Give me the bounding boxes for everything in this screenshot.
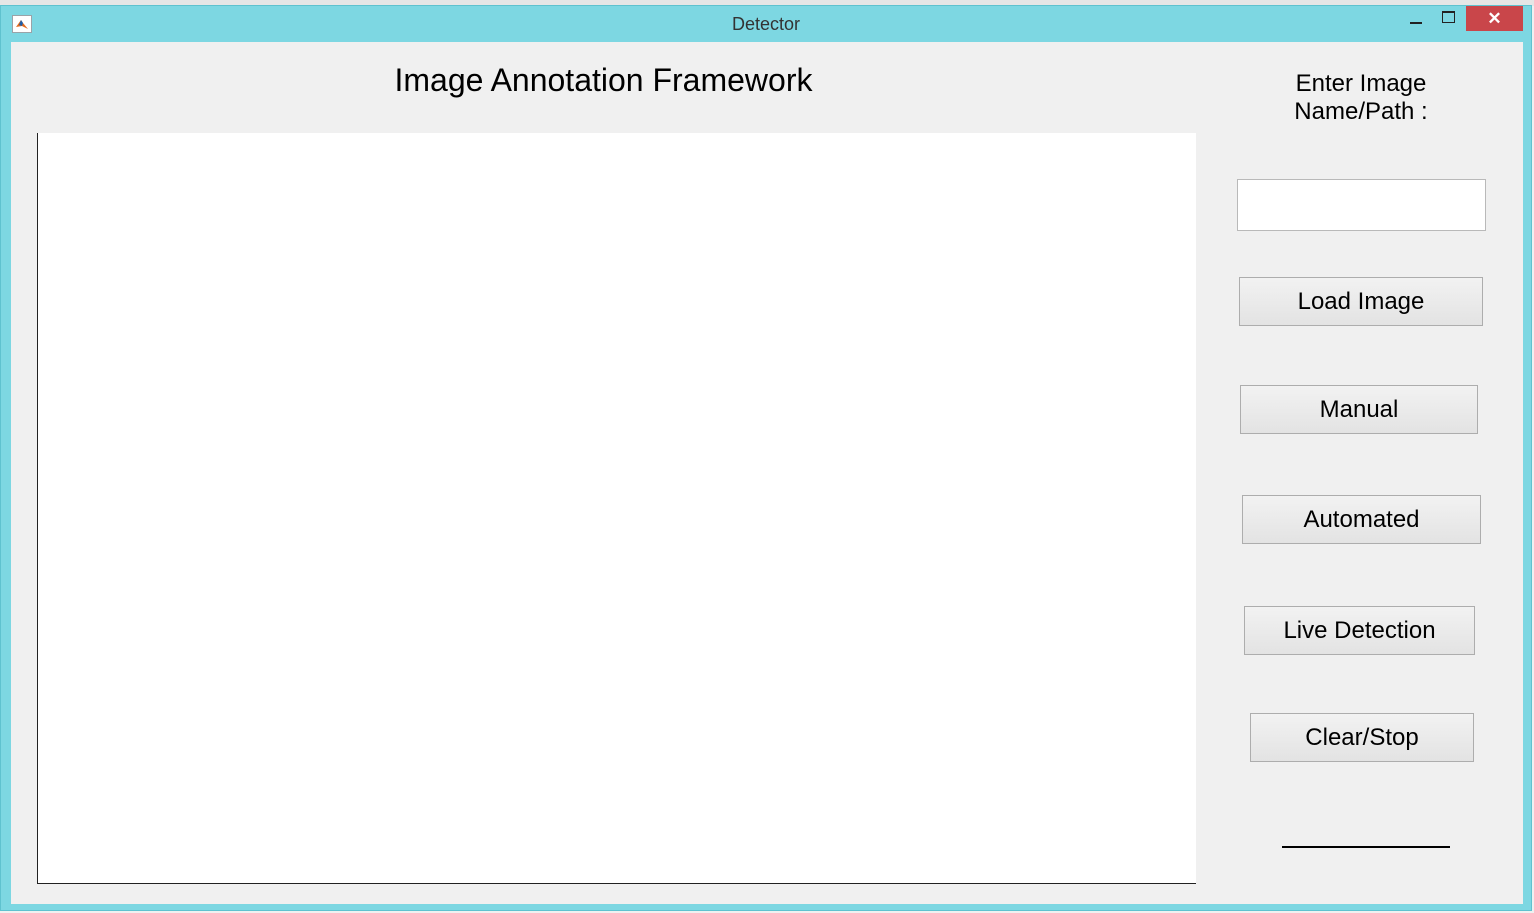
manual-button[interactable]: Manual (1240, 385, 1478, 434)
minimize-icon (1410, 22, 1422, 25)
maximize-button[interactable] (1433, 6, 1463, 31)
live-detection-button[interactable]: Live Detection (1244, 606, 1475, 655)
image-axes[interactable] (37, 133, 1196, 884)
load-image-button[interactable]: Load Image (1239, 277, 1483, 326)
title-bar[interactable]: Detector ✕ (1, 6, 1531, 42)
clear-stop-button[interactable]: Clear/Stop (1250, 713, 1474, 762)
close-icon: ✕ (1487, 9, 1502, 28)
figure-client-area: Image Annotation Framework Enter Image N… (11, 42, 1523, 904)
maximize-icon (1441, 11, 1455, 24)
automated-button[interactable]: Automated (1242, 495, 1481, 544)
image-path-label: Enter Image Name/Path : (1294, 70, 1428, 125)
image-path-input[interactable] (1237, 179, 1486, 231)
minimize-button[interactable] (1401, 6, 1431, 31)
status-text-underline (1282, 846, 1450, 848)
page-title: Image Annotation Framework (394, 62, 813, 98)
window-title: Detector (731, 14, 801, 34)
detector-window: Detector ✕ Image Annotation Framework En… (0, 5, 1532, 911)
close-button[interactable]: ✕ (1466, 6, 1523, 31)
